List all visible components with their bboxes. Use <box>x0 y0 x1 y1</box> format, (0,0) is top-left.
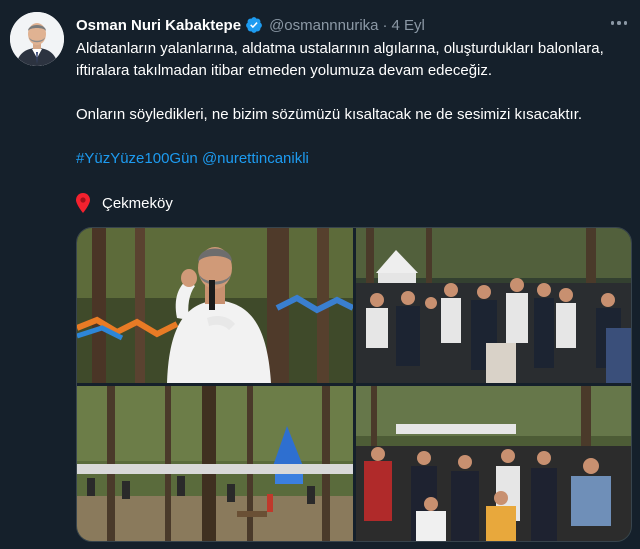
tweet-paragraph-2: Onların söyledikleri, ne bizim sözümüzü … <box>76 106 583 123</box>
verified-badge-icon <box>246 17 262 33</box>
media-grid <box>76 227 632 542</box>
hashtag-link[interactable]: #YüzYüze100Gün <box>76 150 198 167</box>
location-label: Çekmeköy <box>102 194 173 212</box>
separator-dot: · <box>382 16 388 34</box>
tweet-location: Çekmeköy <box>76 190 173 216</box>
tweet-paragraph-1: Aldatanların yalanlarına, aldatma ustala… <box>76 40 604 79</box>
author-avatar[interactable] <box>10 12 64 66</box>
author-handle[interactable]: @osmannnurika <box>269 17 378 34</box>
photo-speaker[interactable] <box>77 228 353 383</box>
photo-picnic-area[interactable] <box>77 386 353 541</box>
author-name[interactable]: Osman Nuri Kabaktepe <box>76 17 241 34</box>
map-pin-icon <box>76 193 90 213</box>
mention-link[interactable]: @nurettincanikli <box>202 150 309 167</box>
tweet-date[interactable]: 4 Eyl <box>392 17 425 34</box>
tweet-tags: #YüzYüze100Gün @nurettincanikli <box>76 148 626 170</box>
photo-forest-crowd[interactable] <box>356 386 631 541</box>
more-options-icon[interactable] <box>606 12 632 34</box>
photo-crowd[interactable] <box>356 228 631 383</box>
tweet-header: Osman Nuri Kabaktepe @osmannnurika · 4 E… <box>76 14 425 36</box>
